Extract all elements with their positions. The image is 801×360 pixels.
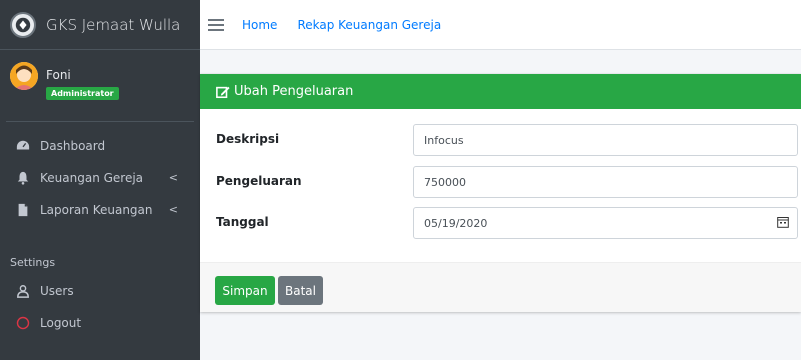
chevron-left-icon: <: [168, 203, 178, 216]
settings-nav: Users Logout: [0, 275, 200, 339]
sidebar-item-label: Users: [40, 284, 74, 298]
chevron-left-icon: <: [168, 171, 178, 184]
sidebar-item-dashboard[interactable]: Dashboard: [0, 130, 200, 162]
sidebar-item-logout[interactable]: Logout: [0, 307, 200, 339]
form-row-deskripsi: Deskripsi: [200, 124, 801, 156]
tanggal-input[interactable]: [413, 207, 798, 239]
edit-expense-card: Ubah Pengeluaran Deskripsi Pengeluaran T…: [200, 74, 801, 312]
deskripsi-label: Deskripsi: [216, 132, 280, 146]
deskripsi-input[interactable]: [413, 124, 798, 156]
rekap-keuangan-link[interactable]: Rekap Keuangan Gereja: [297, 18, 441, 32]
home-link[interactable]: Home: [242, 18, 277, 32]
sidebar-item-keuangan-gereja[interactable]: Keuangan Gereja <: [0, 162, 200, 194]
top-navbar: Home Rekap Keuangan Gereja: [200, 0, 801, 50]
users-icon: [14, 283, 32, 299]
sidebar-nav: Dashboard Keuangan Gereja < Laporan Keua…: [0, 130, 200, 226]
pengeluaran-label: Pengeluaran: [216, 174, 302, 188]
brand-name: GKS Jemaat Wulla: [46, 15, 181, 34]
settings-header: Settings: [10, 256, 56, 269]
gks-logo-icon: [10, 11, 36, 38]
sidebar: GKS Jemaat Wulla Foni Administrator Dash…: [0, 0, 200, 360]
user-name[interactable]: Foni: [46, 68, 71, 82]
card-header: Ubah Pengeluaran: [200, 74, 801, 109]
card-footer: Simpan Batal: [200, 262, 801, 312]
sidebar-item-laporan-keuangan[interactable]: Laporan Keuangan <: [0, 194, 200, 226]
tanggal-label: Tanggal: [216, 215, 269, 229]
pengeluaran-input[interactable]: [413, 166, 798, 198]
sidebar-item-label: Keuangan Gereja: [40, 171, 144, 185]
logout-circle-icon: [14, 315, 32, 331]
card-title: Ubah Pengeluaran: [234, 84, 354, 99]
bell-icon: [14, 170, 32, 186]
edit-icon: [216, 85, 230, 99]
calendar-icon[interactable]: [777, 216, 789, 228]
brand-link[interactable]: GKS Jemaat Wulla: [0, 0, 200, 50]
role-badge: Administrator: [46, 87, 119, 100]
file-icon: [14, 202, 32, 218]
sidebar-item-label: Laporan Keuangan: [40, 203, 153, 217]
sidebar-item-label: Dashboard: [40, 139, 106, 153]
user-avatar-icon[interactable]: [10, 62, 38, 90]
form-row-tanggal: Tanggal: [200, 207, 801, 239]
cancel-button[interactable]: Batal: [278, 276, 323, 305]
hamburger-icon[interactable]: [208, 18, 224, 31]
form-row-pengeluaran: Pengeluaran: [200, 166, 801, 198]
sidebar-item-label: Logout: [40, 316, 82, 330]
user-panel: Foni Administrator: [6, 50, 194, 122]
save-button[interactable]: Simpan: [215, 276, 275, 305]
sidebar-item-users[interactable]: Users: [0, 275, 200, 307]
dashboard-icon: [14, 138, 32, 154]
